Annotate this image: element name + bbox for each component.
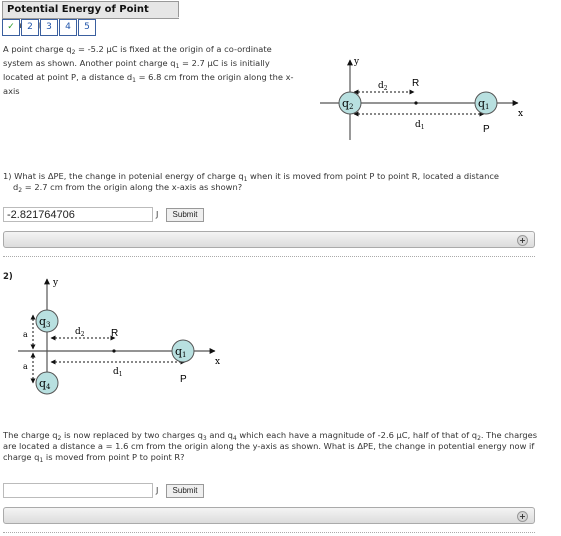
intro-text: A point charge q2 = -5.2 μC is fixed at …: [3, 44, 294, 96]
x-axis-label: x: [518, 109, 523, 119]
question-2-unit: J: [156, 486, 159, 495]
point-r-label: R: [412, 78, 419, 89]
y-axis-label: y: [353, 57, 360, 67]
diagram-2: y x a a d2 d1 R P q3 q4 q1: [18, 278, 220, 395]
point-r-dot: [112, 349, 116, 353]
question-1-submit-button[interactable]: Submit: [166, 208, 204, 222]
tab-5[interactable]: 5: [78, 19, 96, 36]
point-p-label: P: [180, 374, 187, 385]
tab-4[interactable]: 4: [59, 19, 77, 36]
question-2-text: The charge q2 is now replaced by two cha…: [3, 430, 538, 464]
tab-1-completed[interactable]: ✓: [2, 19, 20, 36]
divider: [3, 256, 535, 257]
tab-3[interactable]: 3: [40, 19, 58, 36]
point-r-label: R: [111, 328, 118, 339]
tab-2[interactable]: 2: [21, 19, 39, 36]
a-bottom-label: a: [23, 362, 28, 371]
divider: [3, 532, 535, 533]
x-axis-label: x: [215, 357, 220, 367]
question-1-text: 1) What is ΔPE, the change in potenial e…: [3, 171, 499, 194]
question-2-answer-input[interactable]: [3, 483, 153, 498]
question-1-hint-bar[interactable]: +: [3, 231, 535, 248]
d1-label: d1: [113, 367, 123, 378]
question-2-hint-bar[interactable]: +: [3, 507, 535, 524]
d2-label: d2: [75, 327, 85, 338]
plus-circle-icon[interactable]: +: [517, 235, 528, 246]
question-2-number: 2): [3, 272, 13, 282]
diagram-1: y x d2 d1 R P q2 q1: [320, 57, 523, 140]
question-1-answer-input[interactable]: -2.821764706: [3, 207, 153, 222]
title-divider: [178, 1, 179, 17]
point-p-label: P: [483, 124, 490, 135]
y-axis-label: y: [52, 278, 59, 288]
question-1-unit: J: [156, 210, 159, 219]
page-title: Potential Energy of Point Charges: [2, 1, 179, 31]
d1-label: d1: [415, 120, 425, 131]
point-r-dot: [414, 101, 418, 105]
question-2-submit-button[interactable]: Submit: [166, 484, 204, 498]
question-tabs: ✓ 2 3 4 5: [2, 19, 97, 36]
plus-circle-icon[interactable]: +: [517, 511, 528, 522]
d2-label: d2: [378, 81, 388, 92]
a-top-label: a: [23, 330, 28, 339]
